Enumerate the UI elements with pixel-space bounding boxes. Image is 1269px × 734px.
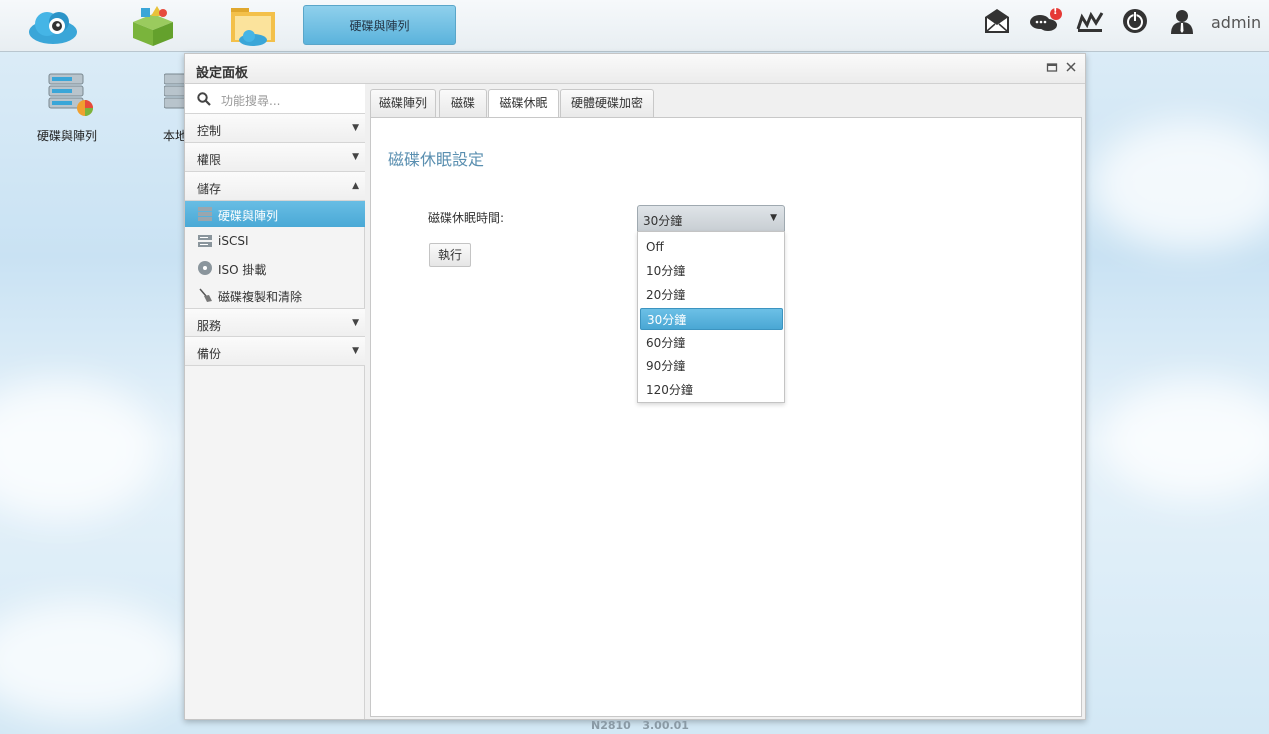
category-permission[interactable]: 權限 ▼ (185, 143, 365, 172)
chevron-down-icon: ▼ (352, 152, 359, 162)
dropdown-option[interactable]: 120分鐘 (640, 379, 783, 401)
tab-raid[interactable]: 磁碟陣列 (370, 89, 436, 117)
category-label: 權限 (197, 153, 222, 167)
notification-badge: ! (1053, 6, 1058, 17)
chevron-up-icon: ▲ (352, 181, 359, 191)
chevron-down-icon: ▼ (352, 318, 359, 328)
search-icon (197, 92, 211, 106)
tab-label: 磁碟陣列 (378, 96, 427, 110)
category-label: 儲存 (197, 182, 222, 196)
desktop-icon-label: 硬碟與陣列 (36, 129, 97, 143)
user-icon[interactable] (1168, 7, 1196, 35)
active-task-button[interactable]: 硬碟與陣列 (303, 5, 456, 45)
sleep-time-label: 磁碟休眠時間: (428, 211, 505, 225)
sidebar-item-label: ISO 掛載 (218, 263, 267, 277)
dropdown-option[interactable]: 10分鐘 (640, 260, 783, 282)
raid-icon (198, 207, 212, 221)
sidebar-item-label: 磁碟複製和清除 (218, 290, 303, 304)
panel-titlebar[interactable]: 設定面板 (185, 54, 1085, 84)
sidebar-item-iso-mount[interactable]: ISO 掛載 (185, 255, 365, 281)
select-value: 30分鐘 (643, 214, 683, 228)
category-label: 服務 (197, 319, 222, 333)
desktop-icon-raid[interactable]: 硬碟與陣列 (32, 72, 102, 144)
taskbar: 硬碟與陣列 ! admin (0, 0, 1269, 52)
dropdown-option[interactable]: Off (640, 236, 783, 258)
firmware-version: N2810 3.00.01 (591, 719, 689, 732)
sidebar-item-iscsi[interactable]: iSCSI (185, 228, 365, 254)
category-label: 控制 (197, 124, 222, 138)
sidebar-item-raid[interactable]: 硬碟與陣列 (185, 201, 365, 227)
dropdown-option[interactable]: 60分鐘 (640, 332, 783, 354)
background-cloud (1090, 120, 1269, 250)
dropdown-option[interactable]: 20分鐘 (640, 284, 783, 306)
tab-disk-sleep[interactable]: 磁碟休眠 (488, 89, 559, 118)
disc-icon (198, 261, 212, 275)
dropdown-option-selected[interactable]: 30分鐘 (640, 308, 783, 330)
raid-icon (48, 73, 93, 116)
category-label: 備份 (197, 347, 222, 361)
sidebar-item-label: 硬碟與陣列 (218, 209, 279, 223)
execute-label: 執行 (437, 248, 462, 262)
monitor-icon[interactable] (1076, 7, 1104, 35)
function-search-input[interactable]: 功能搜尋... (185, 84, 365, 114)
user-name[interactable]: admin (1211, 13, 1261, 32)
panel-title: 設定面板 (196, 66, 249, 81)
model-name: N2810 (591, 719, 631, 732)
execute-button[interactable]: 執行 (429, 243, 471, 267)
chat-icon[interactable]: ! (1029, 6, 1065, 35)
restore-icon[interactable] (1045, 61, 1059, 75)
settings-sidebar: 功能搜尋... 控制 ▼ 權限 ▼ 儲存 ▲ 硬碟與陣列 iSCSI ISO 掛… (185, 84, 365, 719)
file-manager-icon[interactable] (227, 4, 279, 48)
search-placeholder: 功能搜尋... (221, 94, 281, 108)
version-number: 3.00.01 (642, 719, 689, 732)
category-backup[interactable]: 備份 ▼ (185, 337, 365, 366)
tab-hardware-encryption[interactable]: 硬體硬碟加密 (560, 89, 654, 117)
mail-icon[interactable] (983, 7, 1011, 35)
tab-body: 磁碟休眠設定 磁碟休眠時間: 執行 30分鐘 ▼ Off 10分鐘 20分鐘 3… (370, 117, 1082, 717)
background-cloud (0, 380, 160, 520)
app-center-icon[interactable] (127, 4, 179, 48)
category-storage[interactable]: 儲存 ▲ (185, 172, 365, 201)
chevron-down-icon: ▼ (770, 213, 777, 223)
section-title: 磁碟休眠設定 (388, 150, 485, 169)
sleep-time-select[interactable]: 30分鐘 ▼ (637, 205, 785, 232)
tab-label: 磁碟 (450, 96, 475, 110)
power-icon[interactable] (1121, 7, 1149, 35)
active-task-label: 硬碟與陣列 (349, 18, 410, 33)
tab-disk[interactable]: 磁碟 (439, 89, 487, 117)
sleep-time-dropdown: Off 10分鐘 20分鐘 30分鐘 60分鐘 90分鐘 120分鐘 (637, 231, 785, 403)
chevron-down-icon: ▼ (352, 123, 359, 133)
chevron-down-icon: ▼ (352, 346, 359, 356)
dropdown-option[interactable]: 90分鐘 (640, 355, 783, 377)
category-service[interactable]: 服務 ▼ (185, 308, 365, 337)
category-control[interactable]: 控制 ▼ (185, 114, 365, 143)
background-cloud (1100, 380, 1269, 500)
tab-label: 硬體硬碟加密 (570, 96, 643, 110)
tab-label: 磁碟休眠 (499, 96, 548, 110)
iscsi-icon (198, 235, 212, 247)
sidebar-item-label: iSCSI (218, 234, 249, 248)
settings-panel-window: 設定面板 功能搜尋... 控制 ▼ 權限 ▼ 儲存 ▲ 硬碟與陣列 iSCSI … (184, 53, 1086, 720)
settings-content: 磁碟陣列 磁碟 磁碟休眠 硬體硬碟加密 磁碟休眠設定 磁碟休眠時間: 執行 30… (366, 84, 1085, 719)
background-cloud (0, 600, 190, 720)
broom-icon (199, 288, 212, 302)
close-icon[interactable] (1064, 61, 1078, 75)
sidebar-item-disk-clone[interactable]: 磁碟複製和清除 (185, 282, 365, 308)
cloud-app-icon[interactable] (27, 4, 79, 48)
